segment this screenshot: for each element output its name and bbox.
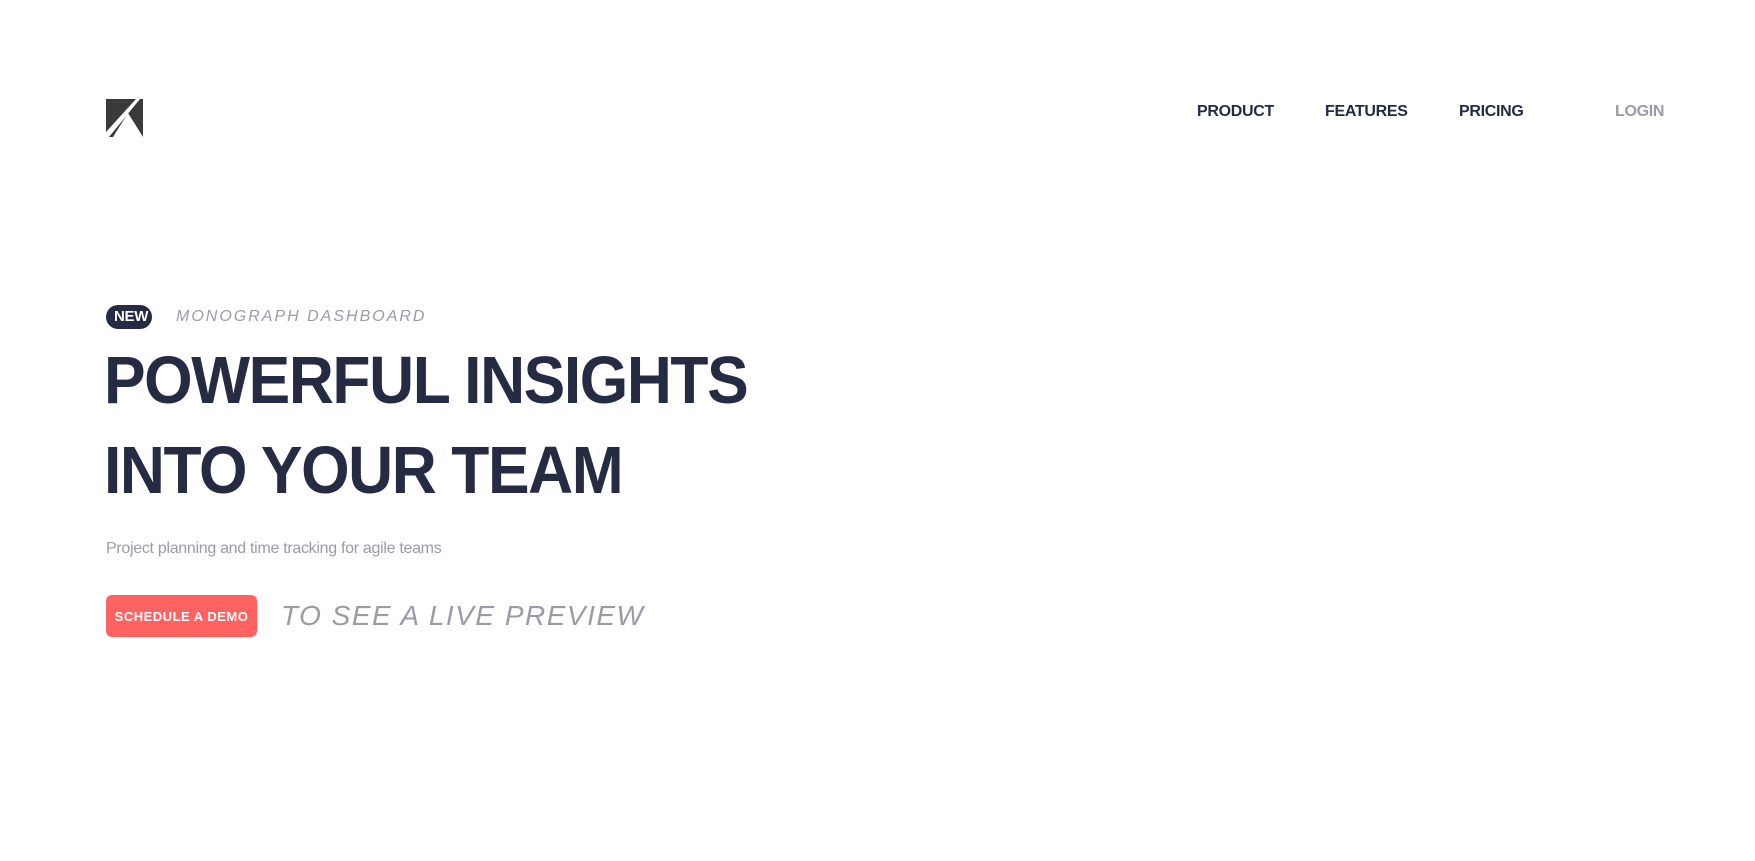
hero-headline: POWERFUL INSIGHTS INTO YOUR TEAM — [104, 343, 749, 508]
schedule-demo-button[interactable]: SCHEDULE A DEMO — [106, 595, 257, 637]
cta-row: SCHEDULE A DEMO TO SEE A LIVE PREVIEW — [106, 595, 644, 637]
landing-page: PRODUCT FEATURES PRICING LOGIN NEW MONOG… — [0, 0, 1755, 861]
new-badge: NEW — [106, 305, 152, 329]
hero-badge-row: NEW MONOGRAPH DASHBOARD — [106, 305, 426, 329]
nav-item-pricing[interactable]: PRICING — [1459, 100, 1524, 124]
badge-caption: MONOGRAPH DASHBOARD — [176, 308, 427, 325]
login-link[interactable]: LOGIN — [1615, 100, 1664, 124]
cta-caption: TO SEE A LIVE PREVIEW — [281, 600, 645, 631]
nav-item-product[interactable]: PRODUCT — [1197, 100, 1274, 124]
nav-item-features[interactable]: FEATURES — [1325, 100, 1408, 124]
hero-subtitle: Project planning and time tracking for a… — [106, 540, 442, 557]
top-navigation: PRODUCT FEATURES PRICING LOGIN — [0, 100, 1755, 124]
